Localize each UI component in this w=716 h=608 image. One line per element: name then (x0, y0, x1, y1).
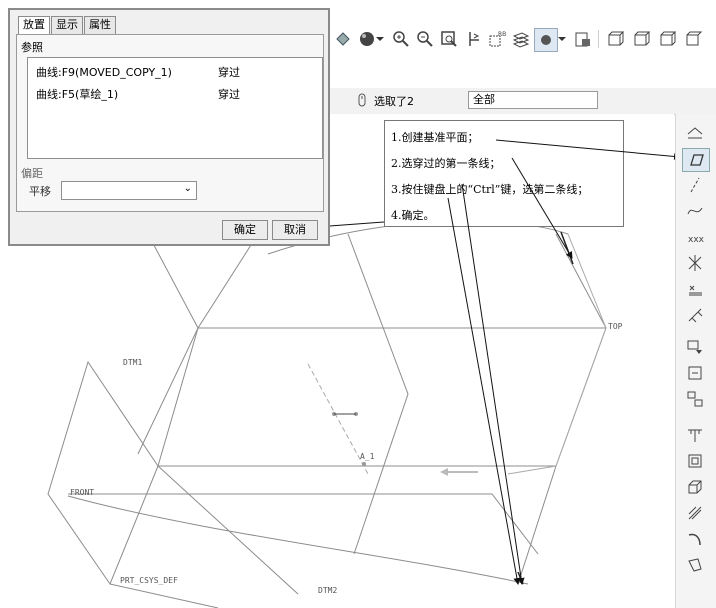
offset-point-icon[interactable] (682, 278, 708, 300)
insert-icon[interactable] (682, 362, 708, 384)
instruction-step-4: 4.确定。 (391, 209, 435, 222)
analysis-icon[interactable] (682, 336, 708, 358)
render-icon[interactable] (572, 28, 594, 50)
zoom-in-icon[interactable] (390, 28, 412, 50)
cancel-button[interactable]: 取消 (272, 220, 318, 240)
pattern-icon[interactable] (682, 388, 708, 410)
datum-toggle-icon[interactable] (682, 122, 708, 144)
chevron-down-icon: ⌄ (183, 183, 192, 194)
instruction-callout: 1.创建基准平面； 2.选穿过的第一条线； 3.按住键盘上的“Ctrl”键，选第… (384, 120, 624, 227)
references-list[interactable]: 曲线:F9(MOVED_COPY_1) 穿过 曲线:F5(草绘_1) 穿过 (27, 57, 323, 159)
datum-point-icon[interactable]: xxx (682, 226, 708, 248)
paint-icon[interactable] (332, 28, 354, 50)
instruction-step-1: 1.创建基准平面； (391, 131, 479, 144)
ok-button[interactable]: 确定 (222, 220, 268, 240)
label-axis-a1: A_1 (360, 452, 375, 461)
label-dtm2: DTM2 (318, 586, 338, 595)
dropdown-icon[interactable] (556, 28, 568, 50)
selection-icon (356, 93, 368, 110)
dropdown-icon[interactable] (374, 28, 386, 50)
shift-select[interactable]: ⌄ (61, 181, 197, 200)
selected-count-label: 选取了2 (374, 95, 414, 108)
sweep-icon[interactable] (682, 476, 708, 498)
svg-text:RB: RB (498, 31, 506, 38)
dialog-tabs: 放置 显示 属性 (18, 16, 117, 35)
reference-name: 曲线:F5(草绘_1) (36, 88, 119, 101)
label-top-plane: TOP (608, 322, 623, 331)
datum-plane-dialog: 放置 显示 属性 参照 曲线:F9(MOVED_COPY_1) 穿过 曲线:F5… (8, 8, 330, 246)
label-dtm1: DTM1 (123, 358, 143, 367)
tab-placement[interactable]: 放置 (18, 16, 50, 35)
view-box1-icon[interactable] (604, 28, 626, 50)
reorient-icon[interactable] (462, 28, 484, 50)
shift-label: 平移 (29, 185, 51, 198)
datum-plane-icon[interactable] (682, 148, 710, 172)
toolbar-separator (598, 30, 599, 48)
offset-label: 偏距 (21, 167, 43, 180)
sketch-point-icon[interactable] (682, 252, 708, 274)
rib-icon[interactable] (682, 554, 708, 576)
instruction-step-3: 3.按住键盘上的“Ctrl”键，选第二条线； (391, 183, 589, 196)
view-box4-icon[interactable] (682, 28, 704, 50)
view-box2-icon[interactable] (630, 28, 652, 50)
tab-properties[interactable]: 属性 (84, 16, 116, 34)
blend-icon[interactable] (682, 502, 708, 524)
label-front-plane: FRONT (70, 488, 95, 497)
selection-filter-select[interactable]: 全部 (468, 91, 598, 109)
shell-icon[interactable] (682, 528, 708, 550)
label-csys: PRT_CSYS_DEF (120, 576, 178, 585)
tab-display[interactable]: 显示 (51, 16, 83, 34)
references-label: 参照 (21, 41, 43, 54)
datum-curve-icon[interactable] (682, 200, 708, 222)
svg-text:xxx: xxx (688, 235, 704, 245)
shading-icon[interactable] (534, 28, 558, 52)
right-feature-toolbar: xxx (675, 114, 716, 608)
saved-views-icon[interactable]: RB (486, 28, 508, 50)
revolve-icon[interactable] (682, 450, 708, 472)
datum-axis-icon[interactable] (682, 174, 708, 196)
instruction-step-2: 2.选穿过的第一条线； (391, 157, 501, 170)
csys-icon[interactable] (682, 304, 708, 326)
reference-name: 曲线:F9(MOVED_COPY_1) (36, 66, 172, 79)
extrude-icon[interactable] (682, 424, 708, 446)
placement-panel: 参照 曲线:F9(MOVED_COPY_1) 穿过 曲线:F5(草绘_1) 穿过… (16, 34, 324, 212)
selection-filter-bar: 选取了2 全部 (330, 88, 716, 115)
reference-constraint[interactable]: 穿过 (218, 86, 240, 102)
layers-icon[interactable] (510, 28, 532, 50)
reference-constraint[interactable]: 穿过 (218, 64, 240, 80)
view-box3-icon[interactable] (656, 28, 678, 50)
zoom-out-icon[interactable] (414, 28, 436, 50)
zoom-fit-icon[interactable] (438, 28, 460, 50)
